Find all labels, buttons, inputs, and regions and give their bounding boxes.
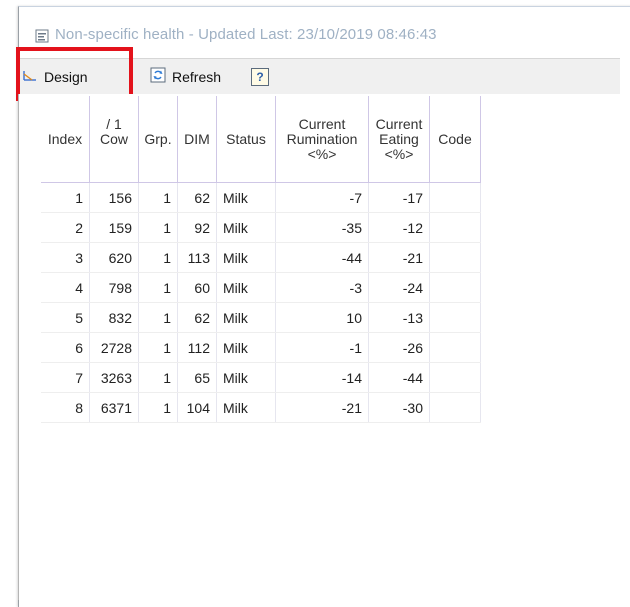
cell-grp: 1 bbox=[138, 242, 178, 273]
cell-status: Milk bbox=[216, 242, 276, 273]
header-eating[interactable]: Current Eating <%> bbox=[368, 96, 430, 183]
cell-code bbox=[429, 212, 481, 243]
help-icon: ? bbox=[251, 67, 269, 86]
help-label: ? bbox=[256, 69, 264, 84]
header-index[interactable]: Index bbox=[41, 96, 90, 183]
table-row[interactable]: 3 620 1 113 Milk -44 -21 bbox=[41, 242, 481, 273]
cell-eating: -30 bbox=[368, 392, 430, 423]
cell-grp: 1 bbox=[138, 212, 178, 243]
refresh-label: Refresh bbox=[172, 68, 222, 85]
cell-cow: 2728 bbox=[89, 332, 139, 363]
table-row[interactable]: 1 156 1 62 Milk -7 -17 bbox=[41, 182, 481, 213]
cell-code bbox=[429, 392, 481, 423]
header-cow[interactable]: / 1 Cow bbox=[89, 96, 139, 183]
cell-eating: -17 bbox=[368, 182, 430, 213]
cell-cow: 3263 bbox=[89, 362, 139, 393]
cell-code bbox=[429, 332, 481, 363]
cell-index: 7 bbox=[41, 362, 90, 393]
cell-grp: 1 bbox=[138, 392, 178, 423]
cell-grp: 1 bbox=[138, 332, 178, 363]
cell-index: 6 bbox=[41, 332, 90, 363]
cell-eating: -44 bbox=[368, 362, 430, 393]
cell-index: 1 bbox=[41, 182, 90, 213]
cell-dim: 60 bbox=[177, 272, 217, 303]
table-row[interactable]: 7 3263 1 65 Milk -14 -44 bbox=[41, 362, 481, 393]
cell-cow: 159 bbox=[89, 212, 139, 243]
cell-dim: 65 bbox=[177, 362, 217, 393]
cell-status: Milk bbox=[216, 272, 276, 303]
window-title: Non-specific health - Updated Last: 23/1… bbox=[55, 26, 437, 43]
table-row[interactable]: 2 159 1 92 Milk -35 -12 bbox=[41, 212, 481, 243]
cell-code bbox=[429, 302, 481, 333]
cell-grp: 1 bbox=[138, 182, 178, 213]
header-dim[interactable]: DIM bbox=[177, 96, 217, 183]
table-row[interactable]: 8 6371 1 104 Milk -21 -30 bbox=[41, 392, 481, 423]
cell-dim: 104 bbox=[177, 392, 217, 423]
cell-status: Milk bbox=[216, 212, 276, 243]
cell-code bbox=[429, 242, 481, 273]
refresh-button[interactable]: Refresh bbox=[150, 63, 221, 90]
cell-status: Milk bbox=[216, 302, 276, 333]
cell-rumination: -35 bbox=[275, 212, 369, 243]
cell-index: 5 bbox=[41, 302, 90, 333]
cell-grp: 1 bbox=[138, 272, 178, 303]
cell-dim: 112 bbox=[177, 332, 217, 363]
cell-eating: -12 bbox=[368, 212, 430, 243]
cell-grp: 1 bbox=[138, 362, 178, 393]
cell-rumination: -1 bbox=[275, 332, 369, 363]
cell-rumination: -21 bbox=[275, 392, 369, 423]
table-row[interactable]: 6 2728 1 112 Milk -1 -26 bbox=[41, 332, 481, 363]
cell-grp: 1 bbox=[138, 302, 178, 333]
cell-eating: -26 bbox=[368, 332, 430, 363]
cell-dim: 92 bbox=[177, 212, 217, 243]
cell-cow: 6371 bbox=[89, 392, 139, 423]
cell-code bbox=[429, 272, 481, 303]
cell-status: Milk bbox=[216, 362, 276, 393]
cell-dim: 62 bbox=[177, 302, 217, 333]
window-icon bbox=[35, 29, 49, 43]
cell-eating: -13 bbox=[368, 302, 430, 333]
data-grid: Index / 1 Cow Grp. DIM Status Current Rumi… bbox=[18, 94, 621, 600]
cell-index: 4 bbox=[41, 272, 90, 303]
cell-status: Milk bbox=[216, 182, 276, 213]
table-row[interactable]: 5 832 1 62 Milk 10 -13 bbox=[41, 302, 481, 333]
cell-rumination: -7 bbox=[275, 182, 369, 213]
cell-cow: 832 bbox=[89, 302, 139, 333]
cell-cow: 156 bbox=[89, 182, 139, 213]
cell-code bbox=[429, 362, 481, 393]
cell-index: 2 bbox=[41, 212, 90, 243]
cell-dim: 62 bbox=[177, 182, 217, 213]
cell-rumination: 10 bbox=[275, 302, 369, 333]
header-grp[interactable]: Grp. bbox=[138, 96, 178, 183]
cell-code bbox=[429, 182, 481, 213]
cell-status: Milk bbox=[216, 332, 276, 363]
cell-status: Milk bbox=[216, 392, 276, 423]
cow-table: Index / 1 Cow Grp. DIM Status Current Rumi… bbox=[41, 96, 481, 423]
cell-eating: -24 bbox=[368, 272, 430, 303]
help-button[interactable]: ? bbox=[251, 63, 269, 90]
cell-index: 8 bbox=[41, 392, 90, 423]
header-code[interactable]: Code bbox=[429, 96, 481, 183]
cell-rumination: -44 bbox=[275, 242, 369, 273]
cell-cow: 798 bbox=[89, 272, 139, 303]
header-rumination[interactable]: Current Rumination <%> bbox=[275, 96, 369, 183]
design-highlight-box bbox=[16, 47, 133, 101]
cell-rumination: -14 bbox=[275, 362, 369, 393]
cell-dim: 113 bbox=[177, 242, 217, 273]
header-status[interactable]: Status bbox=[216, 96, 276, 183]
cell-cow: 620 bbox=[89, 242, 139, 273]
cell-index: 3 bbox=[41, 242, 90, 273]
refresh-icon bbox=[150, 67, 166, 86]
cell-rumination: -3 bbox=[275, 272, 369, 303]
cell-eating: -21 bbox=[368, 242, 430, 273]
table-header-row: Index / 1 Cow Grp. DIM Status Current Rumi… bbox=[41, 96, 481, 183]
table-row[interactable]: 4 798 1 60 Milk -3 -24 bbox=[41, 272, 481, 303]
